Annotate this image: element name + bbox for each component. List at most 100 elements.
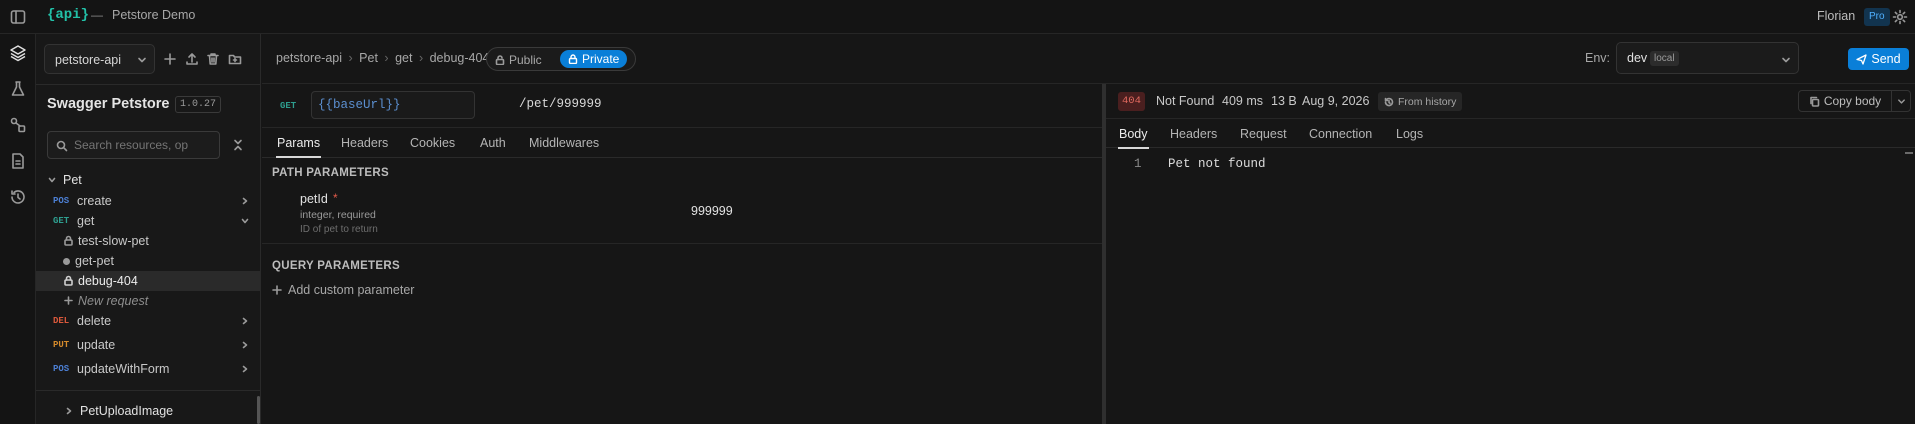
tab-params[interactable]: Params [276,128,322,158]
tab-headers[interactable]: Headers [341,128,388,158]
request-item-label: debug-404 [78,274,138,288]
url-path[interactable]: /pet/999999 [519,97,602,111]
chevron-right-icon [65,407,73,415]
send-icon [1856,53,1868,65]
shapes-icon[interactable] [9,116,27,134]
env-label: Env: [1585,51,1611,65]
sidebar-scrollbar[interactable] [257,396,260,424]
api-title: Swagger Petstore [47,96,170,112]
chevron-down-icon [48,176,56,184]
chevron-down-icon [241,218,249,224]
tab-response-headers[interactable]: Headers [1170,119,1217,149]
lock-icon [63,275,74,286]
lock-icon [63,235,74,246]
from-history-badge[interactable]: From history [1378,92,1463,111]
breadcrumb-item[interactable]: Pet [359,51,378,65]
lock-icon [568,54,578,64]
tree-item-label: delete [77,314,112,328]
gear-icon[interactable] [1892,9,1908,25]
param-value-input[interactable]: 999999 [691,204,733,218]
request-method[interactable]: GET [280,101,296,111]
method-badge: PUT [53,340,70,350]
activity-bar [0,34,36,424]
document-icon[interactable] [9,152,27,170]
tree-group-petuploadimage[interactable]: PetUploadImage [36,401,261,421]
plus-icon[interactable] [163,52,177,66]
env-tag: local [1650,51,1679,66]
user-name[interactable]: Florian [1817,9,1855,23]
request-item-debug-404[interactable]: debug-404 [36,271,261,291]
request-header: petstore-api › Pet › get › debug-404 Pub… [262,34,1915,84]
breadcrumb: petstore-api › Pet › get › debug-404 [276,51,489,65]
workspace-select[interactable]: petstore-api [44,44,155,74]
chevron-down-icon [137,55,147,65]
response-tabs: Body Headers Request Connection Logs [1106,118,1915,149]
breadcrumb-separator: › [384,51,389,65]
add-custom-parameter-button[interactable]: Add custom parameter [272,281,414,299]
tree-group-pet[interactable]: Pet [36,170,261,190]
tab-cookies[interactable]: Cookies [410,128,455,158]
send-button[interactable]: Send [1848,48,1909,70]
method-badge: GET [53,216,70,226]
flask-icon[interactable] [9,80,27,98]
tab-connection[interactable]: Connection [1309,119,1372,149]
copy-body-button[interactable]: Copy body [1798,90,1892,112]
request-item-get-pet[interactable]: get-pet [36,251,261,271]
add-param-label: Add custom parameter [288,283,415,297]
request-pane: GET {{baseUrl}} /pet/999999 Params Heade… [262,84,1102,424]
breadcrumb-item[interactable]: petstore-api [276,51,342,65]
search-input[interactable] [74,137,214,153]
tree-group-label: Pet [63,173,82,187]
upload-icon[interactable] [185,52,199,66]
method-badge: DEL [53,316,70,326]
search-box[interactable] [47,131,220,159]
visibility-private-option[interactable]: Private [560,50,628,68]
request-item-test-slow-pet[interactable]: test-slow-pet [36,231,261,251]
sidebar: petstore-api Swagger Petstore 1.0.27 Pet… [36,34,261,424]
response-body-editor[interactable]: 1 Pet not found [1106,150,1915,424]
breadcrumb-item[interactable]: debug-404 [430,51,490,65]
param-name: petId [300,192,328,206]
chevron-down-icon [1897,98,1905,104]
tree-item-updatewithform[interactable]: POS updateWithForm [36,359,261,379]
breadcrumb-separator: › [348,51,353,65]
divider [262,243,1102,244]
visibility-toggle: Public Private [486,47,636,71]
tree-item-get[interactable]: GET get [36,211,261,231]
base-url-value: {{baseUrl}} [318,98,401,112]
chevron-right-icon [242,365,248,373]
tree-item-label: get [77,214,95,228]
tab-middlewares[interactable]: Middlewares [529,128,599,158]
history-icon[interactable] [9,188,27,206]
request-item-label: test-slow-pet [78,234,149,248]
unlock-icon [495,55,505,65]
tab-logs[interactable]: Logs [1396,119,1423,149]
layers-icon[interactable] [9,44,27,62]
folder-icon[interactable] [228,52,242,66]
tree-item-delete[interactable]: DEL delete [36,311,261,331]
breadcrumb-item[interactable]: get [395,51,412,65]
body-line-text: Pet not found [1168,157,1266,171]
sidebar-toggle-icon[interactable] [10,9,26,25]
tab-auth[interactable]: Auth [480,128,506,158]
collapse-all-icon[interactable] [232,139,244,151]
plus-icon [272,285,282,295]
tree-item-update[interactable]: PUT update [36,335,261,355]
history-icon [1384,97,1394,106]
project-name[interactable]: Petstore Demo [112,8,195,22]
divider [36,84,261,85]
env-select[interactable]: dev local [1616,42,1799,74]
tree-item-create[interactable]: POS create [36,191,261,211]
new-request-button[interactable]: New request [36,291,261,311]
env-name: dev [1627,51,1648,65]
method-badge: POS [53,196,70,206]
trash-icon[interactable] [206,52,220,66]
copy-options-button[interactable] [1891,90,1911,112]
base-url-field[interactable]: {{baseUrl}} [311,91,475,119]
title-separator: — [91,8,103,22]
tab-body[interactable]: Body [1118,119,1149,149]
tab-request[interactable]: Request [1240,119,1287,149]
request-tabs: Params Headers Cookies Auth Middlewares [262,127,1102,158]
visibility-public-option[interactable]: Public [495,52,542,68]
pro-badge: Pro [1864,8,1890,26]
